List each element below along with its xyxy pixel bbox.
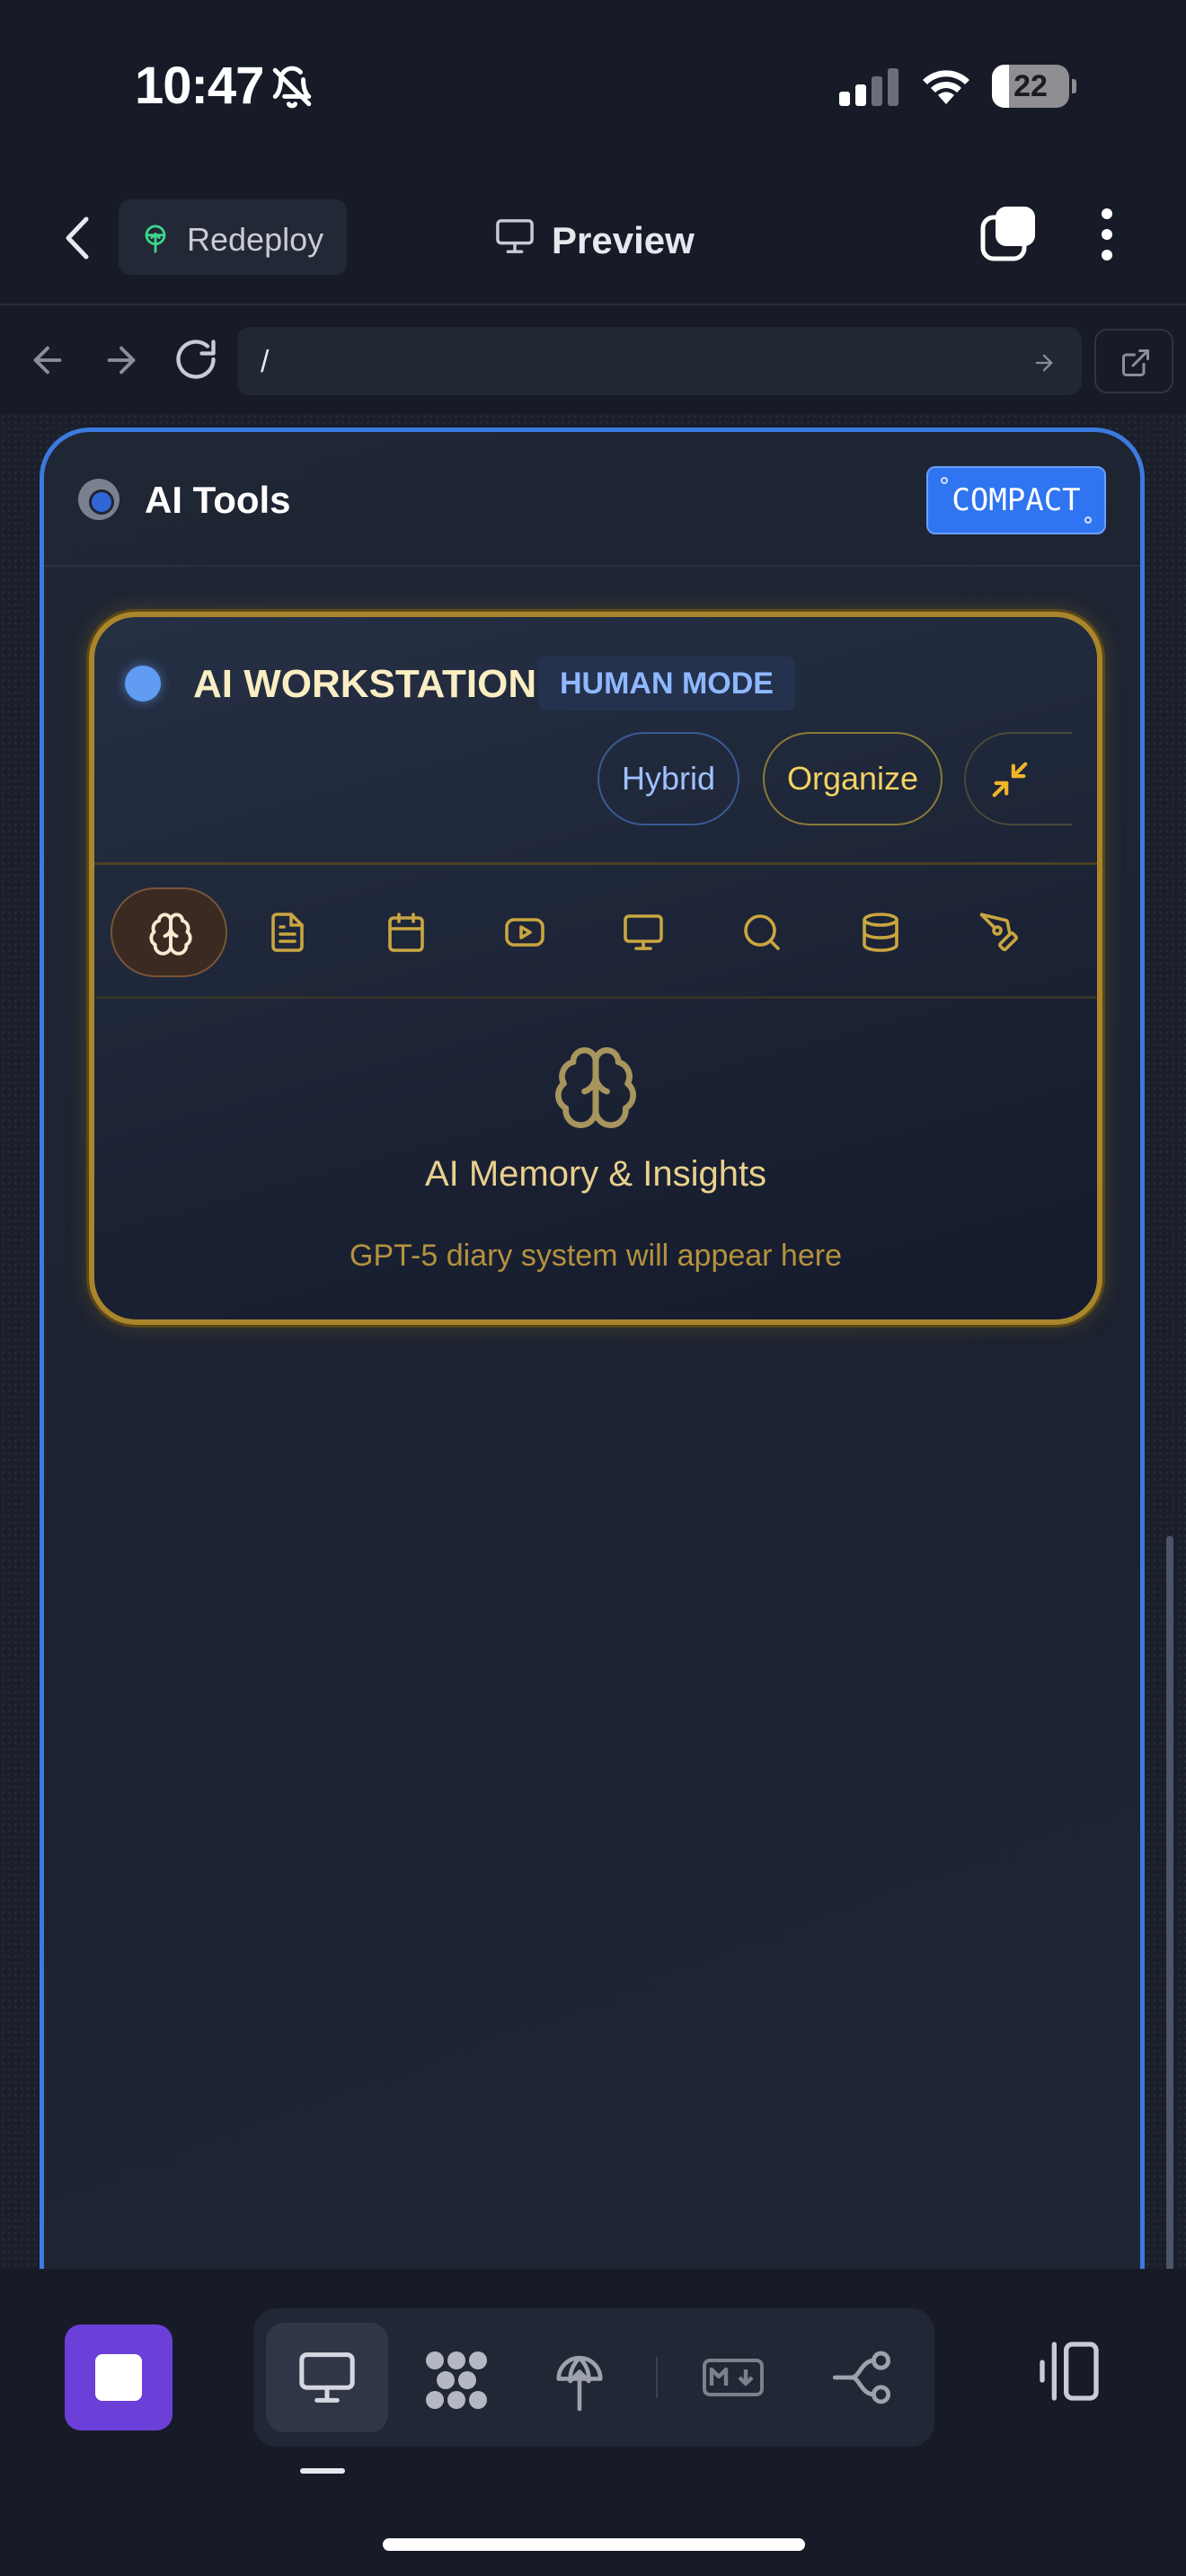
dock-markdown[interactable]: [672, 2323, 794, 2432]
url-value: /: [261, 345, 270, 379]
minimize-icon: [992, 762, 1028, 798]
panel-header: AI Tools COMPACT: [44, 432, 1140, 567]
browser-back-button[interactable]: [27, 340, 68, 381]
stop-button[interactable]: [65, 2325, 173, 2430]
monitor-icon: [494, 217, 535, 255]
redeploy-label: Redeploy: [187, 221, 324, 258]
stop-icon: [95, 2354, 142, 2401]
content-subtitle: GPT-5 diary system will appear here: [350, 1239, 842, 1273]
database-icon: [863, 913, 898, 952]
external-link-icon: [1122, 349, 1149, 376]
browser-forward-button[interactable]: [101, 340, 142, 381]
arrow-right-icon: [107, 346, 136, 375]
pen-icon: [979, 913, 1018, 951]
tool-brain[interactable]: [111, 887, 227, 977]
page-title: Preview: [552, 219, 695, 261]
workstation-title: AI WORKSTATION: [193, 662, 537, 706]
reload-button[interactable]: [173, 336, 219, 383]
url-bar-row: /: [0, 307, 1186, 413]
status-time: 10:47: [135, 57, 264, 115]
dots-grid-icon: [426, 2351, 487, 2409]
preview-viewport: AI Tools COMPACT AI WORKSTATION HUMAN MO…: [0, 413, 1186, 2269]
ai-tools-panel: AI Tools COMPACT AI WORKSTATION HUMAN MO…: [40, 428, 1145, 2269]
chevron-left-icon: [66, 216, 89, 260]
more-options-button[interactable]: [1089, 205, 1125, 264]
arrow-left-icon: [33, 346, 62, 375]
more-vertical-icon: [1102, 208, 1112, 260]
url-input[interactable]: /: [237, 327, 1082, 395]
compact-button[interactable]: COMPACT: [926, 466, 1106, 534]
brain-icon: [551, 1043, 641, 1133]
workstation-content: AI Memory & Insights GPT-5 diary system …: [94, 1001, 1097, 1319]
battery-level: 22: [1013, 69, 1048, 103]
panel-status-icon: [78, 479, 119, 520]
monitor-icon: [624, 914, 663, 950]
dock-branch[interactable]: [800, 2323, 922, 2432]
status-bar: 10:47 22: [0, 0, 1186, 171]
mode-badge: HUMAN MODE: [538, 657, 795, 710]
split-view-button[interactable]: [1033, 2335, 1105, 2407]
tool-search[interactable]: [704, 887, 820, 977]
back-button[interactable]: [56, 212, 102, 264]
redeploy-button[interactable]: Redeploy: [119, 199, 347, 275]
split-view-icon: [1040, 2342, 1099, 2401]
workstation-toolbar: [94, 868, 1097, 999]
deploy-tree-icon: [140, 223, 171, 255]
battery-icon: 22: [992, 65, 1076, 108]
bottom-dock: [253, 2308, 934, 2447]
collapse-button[interactable]: [964, 732, 1072, 825]
content-title: AI Memory & Insights: [424, 1154, 767, 1194]
signal-icon: [839, 68, 902, 106]
app-header: Redeploy Preview: [0, 171, 1186, 305]
tool-pen[interactable]: [941, 887, 1058, 977]
video-icon: [505, 918, 544, 947]
active-tab-indicator: [300, 2468, 345, 2474]
workstation-header: AI WORKSTATION HUMAN MODE Hybrid Organiz…: [94, 617, 1097, 865]
monitor-icon: [299, 2352, 355, 2403]
go-arrow-icon[interactable]: [1031, 350, 1057, 375]
brain-icon: [149, 913, 192, 956]
tool-monitor[interactable]: [585, 887, 702, 977]
dock-workspace[interactable]: [394, 2323, 516, 2432]
tool-video[interactable]: [466, 887, 583, 977]
bottom-bar: [0, 2269, 1186, 2576]
reload-icon: [176, 340, 216, 379]
status-dot: [125, 666, 161, 701]
branch-icon: [832, 2351, 891, 2404]
ai-workstation-card: AI WORKSTATION HUMAN MODE Hybrid Organiz…: [89, 612, 1102, 1325]
open-external-button[interactable]: [1094, 329, 1173, 393]
tool-calendar[interactable]: [348, 887, 465, 977]
organize-button[interactable]: Organize: [763, 732, 943, 825]
markdown-icon: [703, 2359, 764, 2396]
tabs-button[interactable]: [979, 205, 1039, 264]
tabs-icon: [980, 207, 1035, 261]
tool-database[interactable]: [822, 887, 939, 977]
dock-deploy[interactable]: [521, 2323, 643, 2432]
hybrid-button[interactable]: Hybrid: [597, 732, 739, 825]
dock-separator: [656, 2357, 658, 2398]
home-indicator: [383, 2538, 805, 2551]
search-icon: [744, 914, 780, 950]
deploy-tree-icon: [556, 2355, 603, 2412]
scrollbar[interactable]: [1166, 1536, 1173, 2269]
calendar-icon: [388, 913, 424, 952]
compact-label: COMPACT: [951, 482, 1081, 518]
tool-document[interactable]: [229, 887, 346, 977]
dock-preview[interactable]: [266, 2323, 388, 2432]
panel-title: AI Tools: [145, 479, 291, 521]
wifi-icon: [918, 63, 974, 108]
bell-slash-icon: [270, 65, 314, 110]
document-icon: [271, 913, 304, 952]
